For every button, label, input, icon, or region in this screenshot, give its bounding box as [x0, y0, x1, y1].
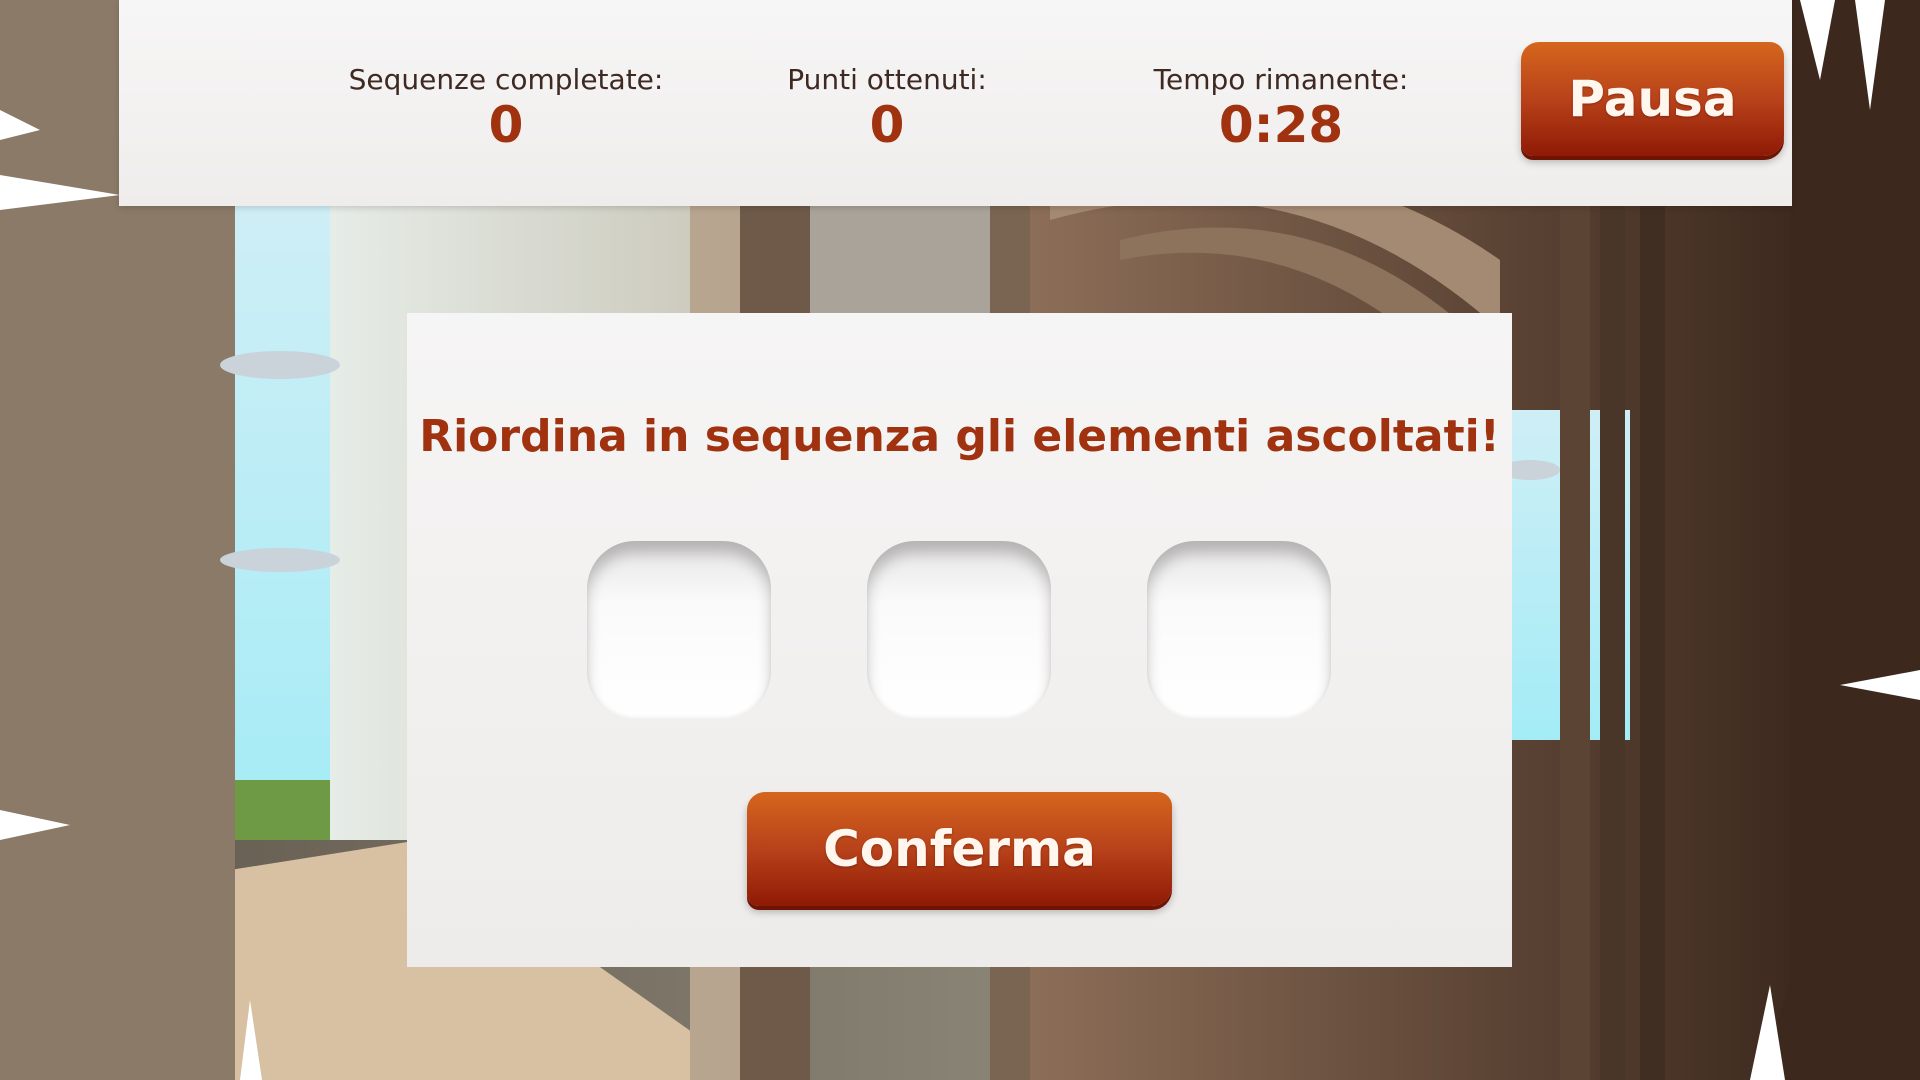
sequence-slot-1[interactable] — [587, 541, 771, 719]
points-value: 0 — [869, 96, 905, 154]
pause-button[interactable]: Pausa — [1521, 42, 1784, 156]
points-label: Punti ottenuti: — [787, 63, 987, 96]
sequences-value: 0 — [488, 96, 524, 154]
time-value: 0:28 — [1218, 96, 1344, 154]
time-label: Tempo rimanente: — [1153, 63, 1409, 96]
hud-bar: Sequenze completate: 0 Punti ottenuti: 0… — [119, 0, 1792, 206]
confirm-button[interactable]: Conferma — [747, 792, 1172, 906]
time-stat: Tempo rimanente: 0:28 — [1091, 62, 1471, 154]
sequence-panel: Riordina in sequenza gli elementi ascolt… — [407, 313, 1512, 967]
sequence-slot-2[interactable] — [867, 541, 1051, 719]
instruction-text: Riordina in sequenza gli elementi ascolt… — [419, 411, 1500, 462]
sequences-label: Sequenze completate: — [348, 63, 664, 96]
sequences-stat: Sequenze completate: 0 — [316, 62, 696, 154]
points-stat: Punti ottenuti: 0 — [697, 62, 1077, 154]
sequence-slot-3[interactable] — [1147, 541, 1331, 719]
